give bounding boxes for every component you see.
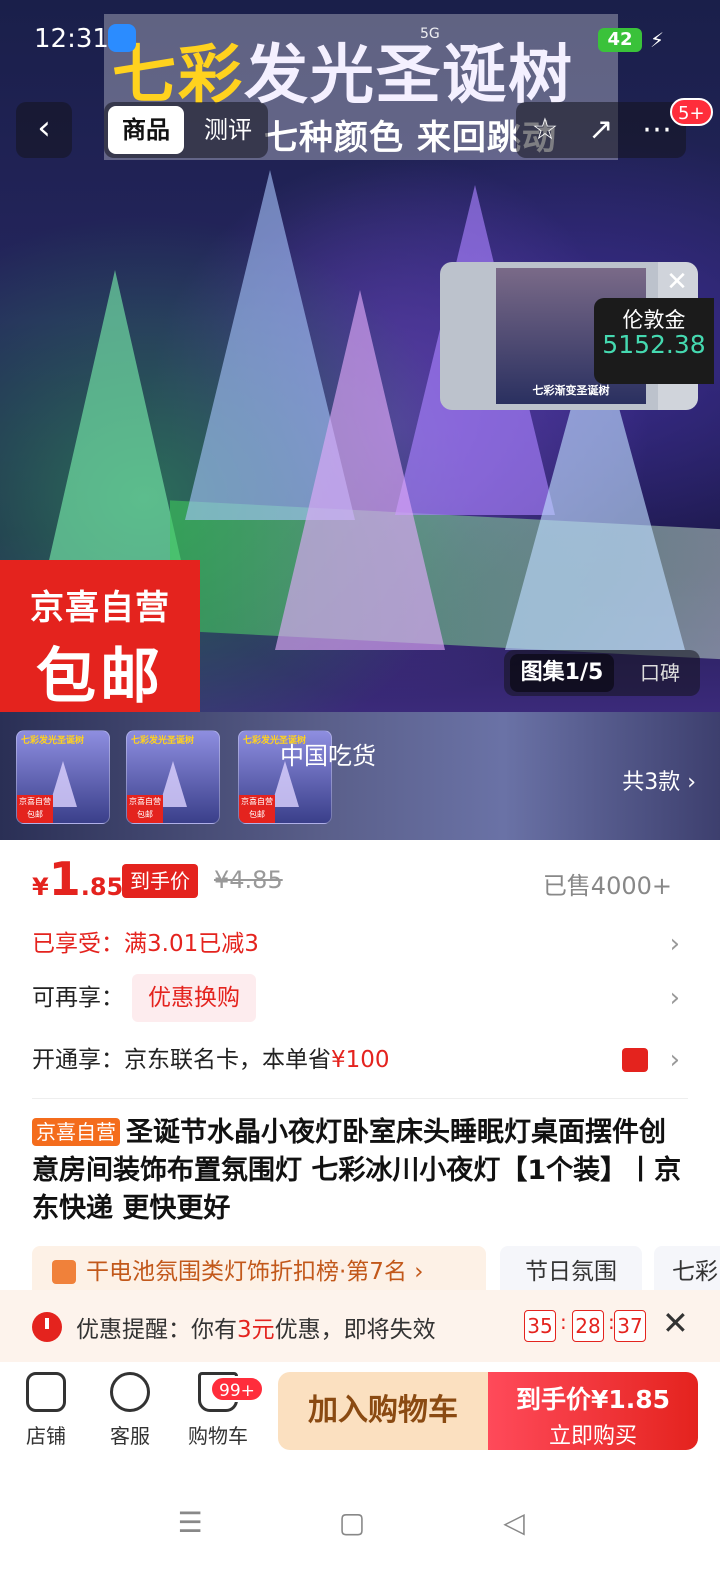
card-label: 开通享：京东联名卡，本单省 xyxy=(32,1047,331,1073)
reminder-suffix: 优惠，即将失效 xyxy=(274,1317,436,1343)
card-amount: ¥100 xyxy=(331,1047,390,1073)
chevron-right-icon: › xyxy=(669,929,680,959)
discount-row[interactable]: 已享受：满3.01已减3 › xyxy=(32,920,688,968)
store-button[interactable]: 店铺 xyxy=(6,1372,86,1456)
store-icon xyxy=(26,1372,66,1412)
top-actions: ☆ ↗ ⋯ xyxy=(516,102,686,158)
final-price-tag: 到手价 xyxy=(122,864,198,898)
status-time: 12:31 xyxy=(34,24,109,54)
coupon-reminder[interactable]: 优惠提醒：你有3元优惠，即将失效 35 : 28 : 37 ✕ xyxy=(0,1290,720,1362)
promo-line2: 包邮 xyxy=(36,642,164,712)
promo-badge: 京喜自营 包邮 xyxy=(0,560,200,712)
gallery-counter[interactable]: 图集1/5 xyxy=(510,654,614,692)
final-price: ¥1.85 xyxy=(32,852,123,906)
thumb-title: 七彩发光圣诞树 xyxy=(21,736,85,746)
close-icon[interactable]: ✕ xyxy=(662,1304,689,1342)
thumb-promo: 京喜自营 包邮 xyxy=(239,795,275,823)
back-icon[interactable]: ◁ xyxy=(494,1508,534,1538)
charging-icon: ⚡ xyxy=(650,28,665,52)
price-currency: ¥ xyxy=(32,873,49,901)
star-icon[interactable]: ☆ xyxy=(520,106,570,154)
price-row: ¥1.85 到手价 ¥4.85 已售4000+ xyxy=(0,840,720,924)
countdown-seconds: 37 xyxy=(614,1310,646,1342)
exchange-label: 可再享： xyxy=(32,985,124,1011)
back-button[interactable]: ‹ xyxy=(16,102,72,158)
status-bar: 12:31 5G 42 ⚡ xyxy=(0,0,720,80)
tab-review[interactable]: 测评 xyxy=(190,106,266,154)
sold-count: 已售4000+ xyxy=(542,872,672,900)
sku-thumb[interactable]: 七彩发光圣诞树 京喜自营 包邮 xyxy=(16,730,110,824)
countdown-minutes: 28 xyxy=(572,1310,604,1342)
buy-now-button[interactable]: 到手价¥1.85 立即购买 xyxy=(488,1372,698,1450)
top-tabs: 商品 测评 xyxy=(104,102,268,158)
discount-text: 已享受：满3.01已减3 xyxy=(32,931,259,957)
buy-label: 立即购买 xyxy=(548,1424,637,1449)
gold-price-widget[interactable]: 伦敦金 5152.38 xyxy=(594,298,714,384)
service-label: 客服 xyxy=(110,1424,150,1448)
customer-service-icon xyxy=(110,1372,150,1412)
service-button[interactable]: 客服 xyxy=(90,1372,170,1456)
menu-icon[interactable]: ☰ xyxy=(170,1508,210,1538)
product-title-text: 圣诞节水晶小夜灯卧室床头睡眠灯桌面摆件创意房间装饰布置氛围灯 七彩冰川小夜灯【1… xyxy=(32,1117,682,1224)
home-icon[interactable]: ▢ xyxy=(332,1508,372,1538)
chevron-right-icon: › xyxy=(669,1045,680,1075)
app-notification-icon xyxy=(108,24,136,52)
ranking-icon xyxy=(52,1260,76,1284)
reviews-tab[interactable]: 口碑 xyxy=(622,654,698,692)
message-badge: 5+ xyxy=(670,98,713,126)
buy-price: 到手价¥1.85 xyxy=(515,1385,671,1414)
thumb-promo: 京喜自营 包邮 xyxy=(17,795,53,823)
thumb-title: 七彩发光圣诞树 xyxy=(131,736,195,746)
hero-subtitle: 七种颜色 来回跳动 xyxy=(264,118,557,158)
self-operated-badge: 京喜自营 xyxy=(32,1118,120,1146)
divider xyxy=(32,1098,688,1099)
exchange-pill[interactable]: 优惠换购 xyxy=(132,974,256,1022)
signal-indicator: 5G xyxy=(420,26,440,42)
card-row[interactable]: 开通享：京东联名卡，本单省¥100 › xyxy=(32,1036,688,1084)
countdown-hours: 35 xyxy=(524,1310,556,1342)
sku-more-link[interactable]: 共3款 › xyxy=(622,764,696,796)
clock-icon xyxy=(32,1312,62,1342)
product-title: 京喜自营 圣诞节水晶小夜灯卧室床头睡眠灯桌面摆件创意房间装饰布置氛围灯 七彩冰川小… xyxy=(32,1114,682,1228)
battery-indicator: 42 xyxy=(598,28,642,52)
chevron-right-icon: › xyxy=(669,983,680,1013)
store-label: 店铺 xyxy=(26,1424,66,1448)
price-int: 1 xyxy=(48,852,81,906)
add-to-cart-button[interactable]: 加入购物车 xyxy=(278,1372,488,1450)
tree-shape xyxy=(40,270,190,600)
gallery-switch[interactable]: 图集1/5 口碑 xyxy=(504,650,700,696)
reminder-prefix: 优惠提醒：你有 xyxy=(76,1317,237,1343)
original-price: ¥4.85 xyxy=(214,866,283,894)
price-dec: .85 xyxy=(80,873,124,901)
cart-badge: 99+ xyxy=(210,1376,264,1402)
countdown-sep: : xyxy=(560,1310,567,1334)
video-caption: 七彩渐变圣诞树 xyxy=(532,384,610,397)
tree-shape xyxy=(159,761,187,807)
share-icon[interactable]: ↗ xyxy=(576,106,626,154)
thumb-promo: 京喜自营 包邮 xyxy=(127,795,163,823)
tree-shape xyxy=(275,290,445,650)
reminder-text: 优惠提醒：你有3元优惠，即将失效 xyxy=(76,1310,436,1344)
reminder-amount: 3元 xyxy=(237,1317,275,1343)
sku-strip: 七彩发光圣诞树 京喜自营 包邮 七彩发光圣诞树 京喜自营 包邮 七彩发光圣诞树 … xyxy=(0,712,720,840)
card-icon xyxy=(622,1048,648,1072)
gold-value: 5152.38 xyxy=(602,330,706,359)
exchange-row[interactable]: 可再享： 优惠换购 › xyxy=(32,974,688,1022)
tree-shape xyxy=(49,761,77,807)
system-nav-bar: ☰ ▢ ◁ xyxy=(0,1462,720,1584)
promo-line1: 京喜自营 xyxy=(30,588,170,628)
cart-label: 购物车 xyxy=(188,1424,248,1448)
danmaku-text: 中国吃货 xyxy=(280,742,376,770)
sku-thumb[interactable]: 七彩发光圣诞树 京喜自营 包邮 xyxy=(126,730,220,824)
tab-product[interactable]: 商品 xyxy=(108,106,184,154)
close-icon[interactable]: ✕ xyxy=(662,268,692,298)
chevron-left-icon: ‹ xyxy=(37,108,51,148)
